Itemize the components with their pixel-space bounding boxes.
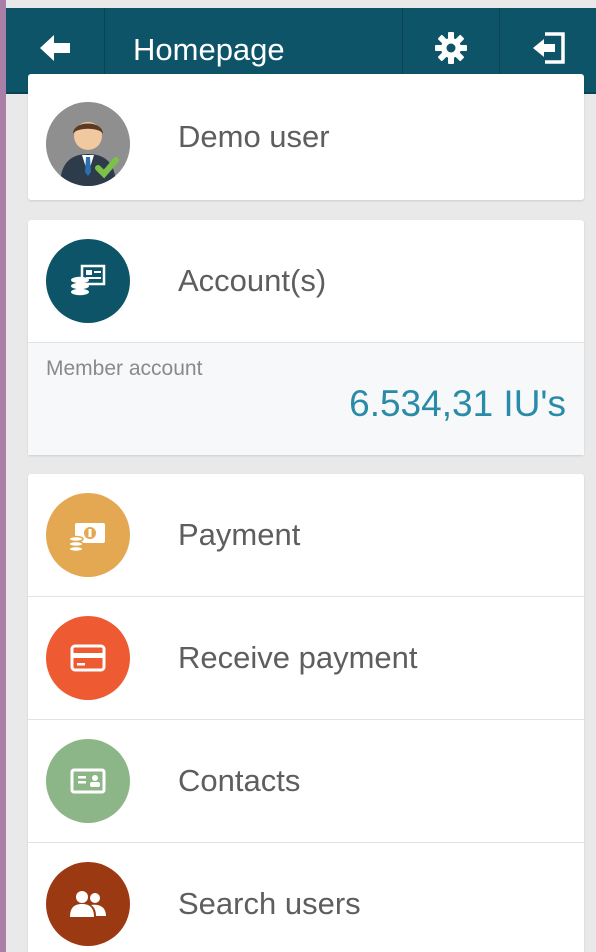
menu-label-contacts: Contacts <box>178 763 301 798</box>
user-name: Demo user <box>178 119 330 154</box>
gear-icon <box>434 31 468 70</box>
payment-icon <box>46 493 130 577</box>
accounts-card: Account(s) Member account 6.534,31 IU's <box>28 220 584 455</box>
users-icon <box>46 862 130 946</box>
menu-item-search-users[interactable]: Search users <box>28 842 584 952</box>
menu-label-receive-payment: Receive payment <box>178 640 418 675</box>
arrow-left-icon <box>40 34 70 66</box>
accounts-label: Account(s) <box>178 263 327 298</box>
menu-item-payment[interactable]: Payment <box>28 474 584 596</box>
menu-card: Payment Receive payment Contacts Search … <box>28 474 584 952</box>
menu-label-payment: Payment <box>178 517 301 552</box>
menu-item-receive-payment[interactable]: Receive payment <box>28 596 584 719</box>
account-balance: 6.534,31 IU's <box>349 383 566 424</box>
menu-label-search-users: Search users <box>178 886 361 921</box>
account-item[interactable]: Member account 6.534,31 IU's <box>28 342 584 455</box>
card-icon <box>46 616 130 700</box>
account-icon <box>46 239 130 323</box>
user-avatar-icon <box>46 102 130 186</box>
user-card[interactable]: Demo user <box>28 74 584 200</box>
app-screen: Homepage Demo user Account(s) Member acc… <box>6 0 596 952</box>
logout-icon <box>531 31 565 69</box>
menu-item-contacts[interactable]: Contacts <box>28 719 584 842</box>
contacts-icon <box>46 739 130 823</box>
accounts-row[interactable]: Account(s) <box>28 220 584 342</box>
account-name: Member account <box>46 357 203 380</box>
